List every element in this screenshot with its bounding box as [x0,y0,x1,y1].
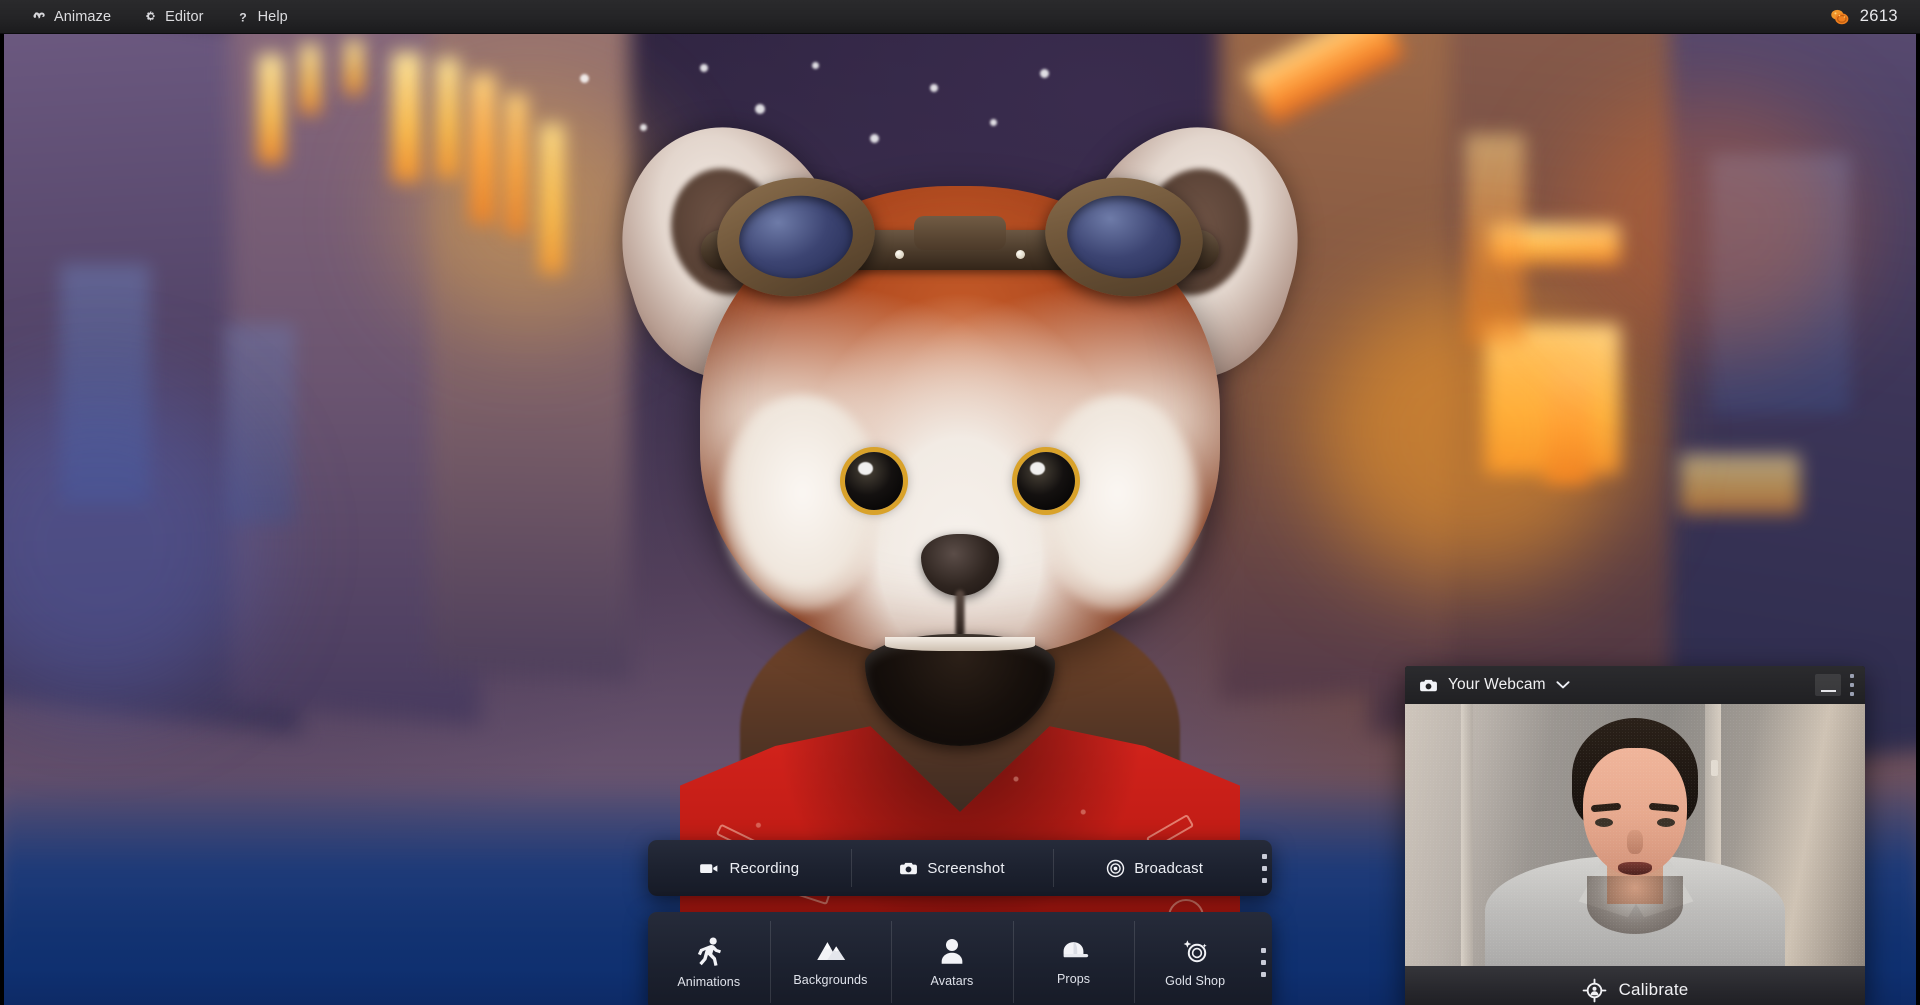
menu-item-editor[interactable]: Editor [127,0,219,34]
broadcast-icon [1106,859,1125,878]
recording-button[interactable]: Recording [648,840,851,896]
menu-item-help[interactable]: ? Help [220,0,304,34]
webcam-panel: Your Webcam Calibrate [1405,666,1865,1005]
broadcast-button[interactable]: Broadcast [1053,840,1256,896]
menu-item-label: Help [257,8,288,25]
calibrate-label: Calibrate [1618,980,1689,999]
animaze-mask-icon [32,9,47,24]
menu-item-label: Animaze [54,8,112,25]
avatar-eye-left [845,452,903,510]
toolbar-item-label: Animations [677,974,741,989]
webcam-video-feed [1405,704,1865,966]
warm-glow [1310,284,1630,584]
avatar-goggles-prop [695,168,1225,308]
svg-text:?: ? [239,10,247,24]
gold-balance[interactable]: 2613 [1829,7,1920,27]
goggles-lens-right [1038,168,1210,306]
goggles-bridge [914,216,1006,250]
toolbar-item-label: Backgrounds [793,972,868,987]
camera-icon [1419,678,1438,693]
calibrate-target-icon [1582,978,1607,1003]
backgrounds-button[interactable]: Backgrounds [769,912,892,1005]
question-mark-icon: ? [236,9,251,24]
avatars-button[interactable]: Avatars [891,912,1013,1005]
drag-handle-dots[interactable] [1256,840,1272,896]
menu-bar-left-group: Animaze Editor ? Help [0,0,304,34]
lit-window [1680,454,1800,514]
video-camera-icon [699,861,720,876]
menu-item-label: Editor [165,8,204,25]
screenshot-button[interactable]: Screenshot [850,840,1054,896]
camera-icon [899,861,918,876]
person-icon [938,937,966,965]
lit-window [258,54,284,164]
menu-bar: Animaze Editor ? Help 2613 [0,0,1920,34]
webcam-panel-header: Your Webcam [1405,666,1865,704]
menu-item-animaze[interactable]: Animaze [16,0,127,34]
webcam-panel-title: Your Webcam [1448,676,1546,693]
gear-icon [143,9,158,24]
drag-handle-dots[interactable] [1845,674,1859,696]
props-button[interactable]: Props [1012,912,1135,1005]
webcam-panel-controls [1815,674,1859,696]
main-toolbar: Animations Backgrounds Avatars Props Gol… [648,912,1272,1005]
avatar-eye-right [1017,452,1075,510]
avatar-philtrum [955,590,965,638]
warm-glow [1560,94,1860,354]
toolbar-item-label: Screenshot [927,859,1005,877]
capture-toolbar: Recording Screenshot Broadcast [648,840,1272,896]
toolbar-item-label: Props [1057,971,1091,986]
lit-window [300,44,320,114]
goggles-lens-left [710,168,882,306]
cap-icon [1058,939,1089,963]
gold-coin-sparkle-icon [1180,937,1210,965]
gold-shop-button[interactable]: Gold Shop [1134,912,1256,1005]
running-person-icon [694,936,724,966]
toolbar-item-label: Gold Shop [1165,973,1226,988]
window-edge-right [1916,34,1920,1005]
calibrate-button[interactable]: Calibrate [1405,966,1865,1005]
drag-handle-dots[interactable] [1256,912,1272,1005]
lit-window [345,40,363,95]
toolbar-item-label: Avatars [930,973,974,988]
avatar-stage: Recording Screenshot Broadcast Animation… [0,34,1920,1005]
minimize-icon[interactable] [1815,674,1841,696]
gold-amount: 2613 [1859,7,1898,25]
gold-coin-icon [1829,7,1851,27]
animaze-app-window: Animaze Editor ? Help 2613 Recording Scr… [0,0,1920,1005]
toolbar-item-label: Recording [729,859,800,877]
mountains-icon [814,938,846,964]
toolbar-item-label: Broadcast [1134,859,1204,877]
chevron-down-icon[interactable] [1556,680,1570,690]
animations-button[interactable]: Animations [648,912,770,1005]
window-edge-left [0,34,4,1005]
avatar-nose [921,534,999,596]
